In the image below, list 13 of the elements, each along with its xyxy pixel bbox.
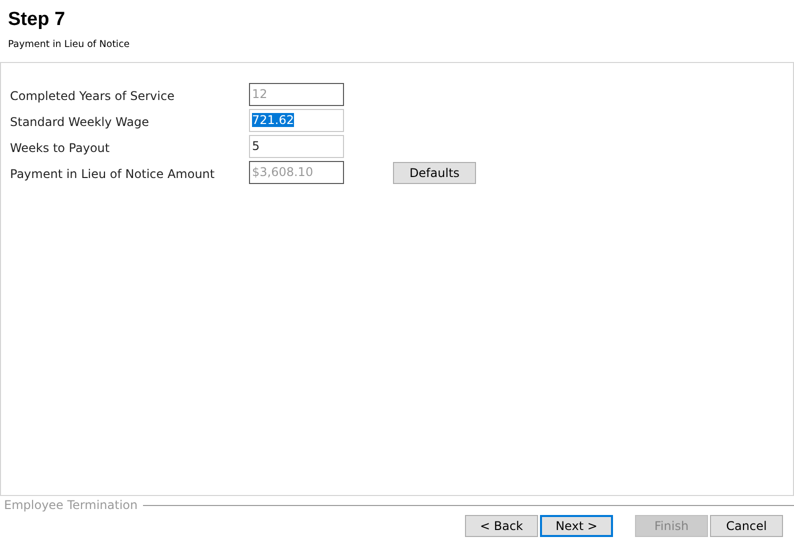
wizard-button[interactable]: Next > [540, 515, 613, 537]
field-label: Completed Years of Service [10, 89, 176, 105]
field-label: Weeks to Payout [10, 141, 111, 157]
defaults-button[interactable]: Defaults [393, 162, 476, 184]
step-title: Step 7 [8, 9, 66, 31]
group-label: Employee Termination [4, 498, 138, 512]
wizard-button[interactable]: < Back [465, 515, 538, 537]
field-label: Payment in Lieu of Notice Amount [10, 167, 216, 183]
input-field[interactable]: 721.62 [249, 109, 344, 132]
wizard-button[interactable]: Cancel [710, 515, 783, 537]
input-field[interactable]: 5 [249, 135, 344, 158]
field-label: Standard Weekly Wage [10, 115, 150, 131]
step-subtitle: Payment in Lieu of Notice [8, 39, 131, 50]
